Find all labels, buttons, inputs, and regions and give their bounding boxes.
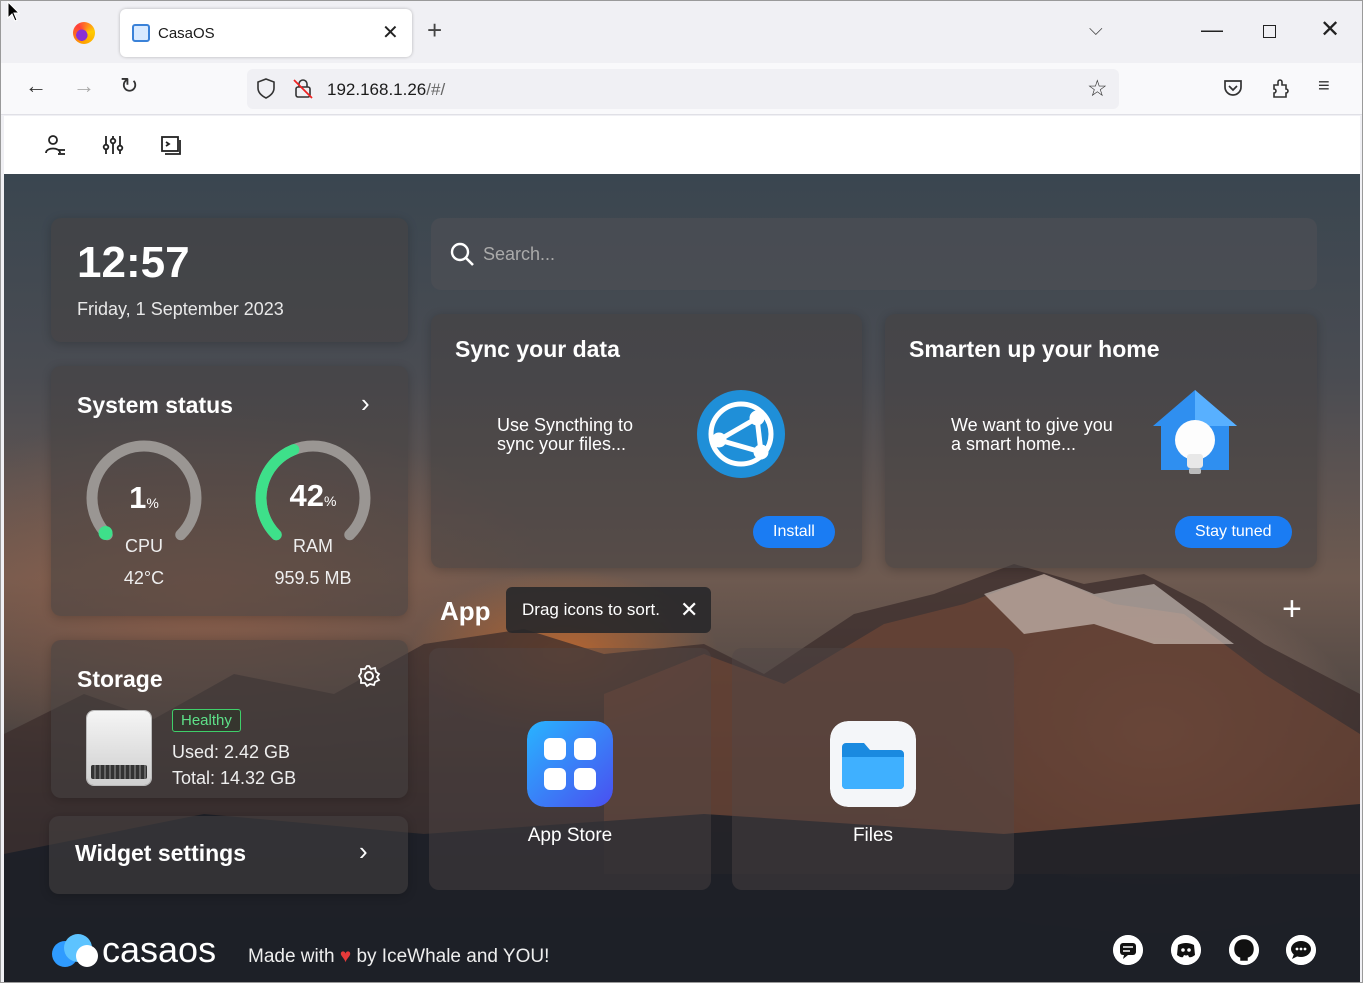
minimize-icon[interactable]: — <box>1201 17 1223 43</box>
app-tile-app-store[interactable]: App Store <box>429 648 711 890</box>
tab-strip: CasaOS ✕ + ⌵ — ✕ <box>1 1 1362 63</box>
browser-tab[interactable]: CasaOS ✕ <box>120 9 412 57</box>
ram-usage: 959.5 MB <box>274 568 352 588</box>
browser-window: CasaOS ✕ + ⌵ — ✕ ← → ↻ 192.168.1.26/#/ ☆… <box>0 0 1363 983</box>
app-tile-files[interactable]: Files <box>732 648 1014 890</box>
tooltip-text: Drag icons to sort. <box>522 600 660 619</box>
close-icon[interactable]: ✕ <box>1320 15 1340 44</box>
menu-icon[interactable]: ≡ <box>1318 75 1330 98</box>
chat-icon[interactable] <box>1286 935 1316 965</box>
pocket-icon[interactable] <box>1222 77 1244 99</box>
insecure-lock-icon[interactable] <box>293 78 313 99</box>
promo-title: Smarten up your home <box>909 336 1160 362</box>
tooltip-close-icon[interactable]: ✕ <box>680 597 698 623</box>
system-status-widget: System status › 1% CPU 42°C 42% RAM 959.… <box>51 366 408 616</box>
add-app-icon[interactable]: + <box>1282 592 1302 626</box>
forward-icon[interactable]: → <box>73 73 95 99</box>
mouse-cursor-icon <box>7 1 21 22</box>
search-icon <box>450 242 474 266</box>
widget-settings-label: Widget settings <box>75 840 247 866</box>
reload-icon[interactable]: ↻ <box>120 73 138 99</box>
heart-icon: ♥ <box>339 946 352 967</box>
cpu-temp: 42°C <box>123 568 165 588</box>
install-button[interactable]: Install <box>753 516 835 548</box>
disk-icon <box>87 711 151 785</box>
casaos-favicon-icon <box>132 24 150 42</box>
tab-title: CasaOS <box>158 25 215 42</box>
user-settings-icon[interactable] <box>44 134 66 156</box>
feedback-icon[interactable] <box>1113 935 1143 965</box>
storage-total: Total: 14.32 GB <box>172 768 297 788</box>
files-folder-icon[interactable] <box>830 721 916 807</box>
clock-widget: 12:57 Friday, 1 September 2023 <box>51 218 408 342</box>
app-name: Files <box>852 825 894 846</box>
clock-time: 12:57 <box>77 238 190 287</box>
new-tab-icon[interactable]: + <box>427 17 442 43</box>
app-section-title: App <box>440 596 491 626</box>
smart-home-icon <box>1153 390 1237 474</box>
app-store-icon[interactable] <box>527 721 613 807</box>
ram-value: 42% <box>289 478 337 513</box>
promo-description: Use Syncthing to sync your files... <box>497 415 634 454</box>
shield-icon[interactable] <box>257 78 275 99</box>
syncthing-icon <box>697 390 785 478</box>
footer-credit: Made with ♥ by IceWhale and YOU! <box>248 946 550 967</box>
storage-title: Storage <box>77 666 163 692</box>
stay-tuned-button[interactable]: Stay tuned <box>1175 516 1292 548</box>
promo-description: We want to give you a smart home... <box>951 415 1113 454</box>
casaos-dashboard: 12:57 Friday, 1 September 2023 System st… <box>4 174 1360 982</box>
url-text[interactable]: 192.168.1.26/#/ <box>327 80 445 100</box>
tab-list-icon[interactable]: ⌵ <box>1089 19 1103 40</box>
promo-card-sync: Sync your data Use Syncthing to sync your… <box>431 314 862 568</box>
back-icon[interactable]: ← <box>25 73 47 99</box>
casaos-logo: casaos <box>52 930 216 970</box>
discord-icon[interactable] <box>1171 935 1201 965</box>
gear-icon[interactable] <box>357 664 381 688</box>
status-badge: Healthy <box>172 709 241 732</box>
terminal-icon[interactable] <box>160 134 182 156</box>
github-icon[interactable] <box>1229 935 1259 965</box>
extensions-icon[interactable] <box>1270 77 1292 99</box>
storage-used: Used: 2.42 GB <box>172 742 291 762</box>
bookmark-star-icon[interactable]: ☆ <box>1087 75 1108 102</box>
clock-date: Friday, 1 September 2023 <box>77 299 284 319</box>
cpu-value: 1% <box>129 480 159 515</box>
system-status-title: System status <box>77 392 233 418</box>
search-input[interactable] <box>483 238 1283 270</box>
storage-widget: Storage Healthy Used: 2.42 GB Total: 14.… <box>51 640 408 798</box>
chevron-right-icon[interactable]: › <box>359 836 368 867</box>
widget-settings-button[interactable]: Widget settings › <box>49 816 408 894</box>
search-bar <box>431 218 1317 290</box>
svg-text:casaos: casaos <box>102 930 216 970</box>
url-bar[interactable]: 192.168.1.26/#/ ☆ <box>247 69 1119 109</box>
maximize-icon[interactable] <box>1263 25 1276 38</box>
promo-card-smart-home: Smarten up your home We want to give you… <box>885 314 1317 568</box>
chevron-right-icon[interactable]: › <box>361 388 370 419</box>
casaos-top-bar <box>4 116 1360 174</box>
tab-close-icon[interactable]: ✕ <box>382 20 399 45</box>
sliders-icon[interactable] <box>102 134 124 156</box>
drag-sort-tooltip: Drag icons to sort. ✕ <box>506 587 711 633</box>
navigation-bar: ← → ↻ 192.168.1.26/#/ ☆ ≡ <box>1 63 1362 115</box>
promo-title: Sync your data <box>455 336 620 362</box>
cpu-label: CPU <box>124 536 163 556</box>
app-name: App Store <box>527 825 613 846</box>
firefox-icon[interactable] <box>73 22 95 44</box>
ram-label: RAM <box>293 536 333 556</box>
